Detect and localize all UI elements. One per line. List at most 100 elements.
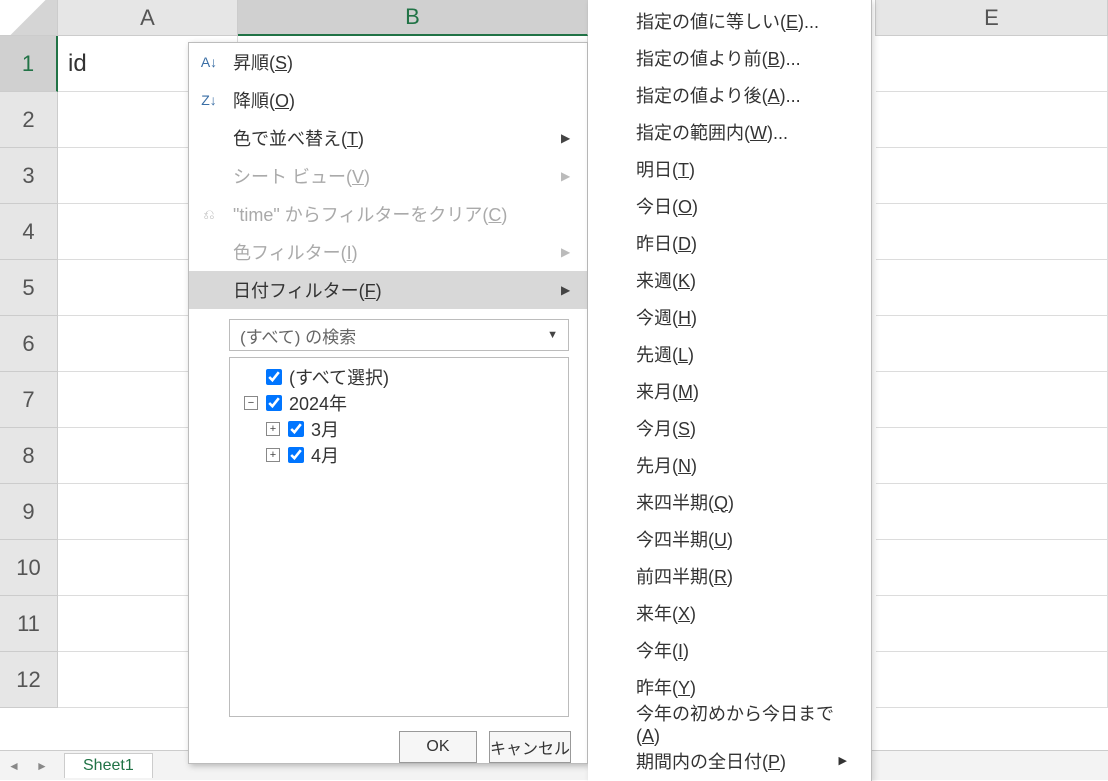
submenu-item-label: 来月(M) <box>636 378 699 404</box>
color-filter-label: 色フィルター(I) <box>233 239 547 265</box>
date-submenu-item[interactable]: 明日(T) <box>588 150 871 187</box>
row-header-9[interactable]: 9 <box>0 484 58 540</box>
tree-select-all[interactable]: (すべて選択) <box>238 364 560 390</box>
sort-descending[interactable]: Z↓ 降順(O) <box>189 81 587 119</box>
date-filter-submenu: 指定の値に等しい(E)... 指定の値より前(B)... 指定の値より後(A)...… <box>588 0 872 781</box>
sort-desc-icon: Z↓ <box>199 92 219 108</box>
submenu-item-label: 今週(H) <box>636 304 697 330</box>
month-checkbox[interactable] <box>288 421 304 437</box>
submenu-item-label: 今年の初めから今日まで(A) <box>636 700 847 747</box>
sheet-tab[interactable]: Sheet1 <box>64 753 153 778</box>
date-submenu-item[interactable]: 今四半期(U) <box>588 520 871 557</box>
row-header-5[interactable]: 5 <box>0 260 58 316</box>
date-submenu-item[interactable]: 先週(L) <box>588 335 871 372</box>
submenu-item-label: 指定の値より後(A)... <box>636 82 801 108</box>
tab-nav-next-icon[interactable]: ► <box>30 754 54 778</box>
filter-search-input[interactable]: (すべて) の検索 ▼ <box>229 319 569 351</box>
cell-E5[interactable] <box>876 260 1108 316</box>
color-filter: 色フィルター(I) ▶ <box>189 233 587 271</box>
clear-filter-label: "time" からフィルターをクリア(C) <box>233 201 571 227</box>
submenu-item-label: 今四半期(U) <box>636 526 733 552</box>
col-header-A[interactable]: A <box>58 0 238 36</box>
submenu-item-label: 今日(O) <box>636 193 698 219</box>
sort-asc-icon: A↓ <box>199 54 219 70</box>
month-label: 3月 <box>311 416 339 442</box>
date-submenu-item[interactable]: 今月(S) <box>588 409 871 446</box>
submenu-item-label: 指定の範囲内(W)... <box>636 119 788 145</box>
dropdown-icon[interactable]: ▼ <box>547 329 558 341</box>
submenu-item-label: 指定の値に等しい(E)... <box>636 8 819 34</box>
sort-by-color[interactable]: 色で並べ替え(T) ▶ <box>189 119 587 157</box>
tree-month-3[interactable]: + 3月 <box>238 416 560 442</box>
date-submenu-item[interactable]: 今年(I) <box>588 631 871 668</box>
date-submenu-item[interactable]: 期間内の全日付(P)▶ <box>588 742 871 779</box>
cell-E7[interactable] <box>876 372 1108 428</box>
expand-icon[interactable]: + <box>266 448 280 462</box>
month-checkbox[interactable] <box>288 447 304 463</box>
sort-ascending[interactable]: A↓ 昇順(S) <box>189 43 587 81</box>
select-all-checkbox[interactable] <box>266 369 282 385</box>
date-submenu-item[interactable]: 指定の値より前(B)... <box>588 39 871 76</box>
submenu-arrow-icon: ▶ <box>561 131 571 145</box>
date-submenu-item[interactable]: 今週(H) <box>588 298 871 335</box>
cell-E2[interactable] <box>876 92 1108 148</box>
row-header-6[interactable]: 6 <box>0 316 58 372</box>
cell-E11[interactable] <box>876 596 1108 652</box>
submenu-item-label: 前四半期(R) <box>636 563 733 589</box>
row-header-10[interactable]: 10 <box>0 540 58 596</box>
date-submenu-item[interactable]: 今年の初めから今日まで(A) <box>588 705 871 742</box>
row-header-8[interactable]: 8 <box>0 428 58 484</box>
date-submenu-item[interactable]: 今日(O) <box>588 187 871 224</box>
tree-month-4[interactable]: + 4月 <box>238 442 560 468</box>
date-submenu-item[interactable]: 昨日(D) <box>588 224 871 261</box>
row-header-1[interactable]: 1 <box>0 36 58 92</box>
cell-E10[interactable] <box>876 540 1108 596</box>
sort-desc-label: 降順(O) <box>233 87 571 113</box>
col-header-B[interactable]: B <box>238 0 588 36</box>
tree-year[interactable]: − 2024年 <box>238 390 560 416</box>
column-headers: A B E <box>0 0 1108 36</box>
cell-E1[interactable] <box>876 36 1108 92</box>
expand-icon[interactable]: + <box>266 422 280 436</box>
cancel-button[interactable]: キャンセル <box>489 731 571 763</box>
date-submenu-item[interactable]: 来週(K) <box>588 261 871 298</box>
submenu-arrow-icon: ▶ <box>561 245 571 259</box>
sheet-view-label: シート ビュー(V) <box>233 163 547 189</box>
cell-E4[interactable] <box>876 204 1108 260</box>
cell-E9[interactable] <box>876 484 1108 540</box>
col-header-E[interactable]: E <box>876 0 1108 36</box>
row-header-7[interactable]: 7 <box>0 372 58 428</box>
date-filter[interactable]: 日付フィルター(F) ▶ <box>189 271 587 309</box>
select-all-corner[interactable] <box>0 0 58 36</box>
cell-E12[interactable] <box>876 652 1108 708</box>
row-header-3[interactable]: 3 <box>0 148 58 204</box>
collapse-icon[interactable]: − <box>244 396 258 410</box>
date-submenu-item[interactable]: 指定の範囲内(W)... <box>588 113 871 150</box>
row-header-12[interactable]: 12 <box>0 652 58 708</box>
cell-E8[interactable] <box>876 428 1108 484</box>
submenu-arrow-icon: ▶ <box>561 169 571 183</box>
date-submenu-item[interactable]: 来月(M) <box>588 372 871 409</box>
sort-color-label: 色で並べ替え(T) <box>233 125 547 151</box>
submenu-item-label: 昨日(D) <box>636 230 697 256</box>
date-submenu-item[interactable]: 来年(X) <box>588 594 871 631</box>
cell-E3[interactable] <box>876 148 1108 204</box>
ok-button[interactable]: OK <box>399 731 477 763</box>
date-submenu-item[interactable]: 指定の値より後(A)... <box>588 76 871 113</box>
date-submenu-item[interactable]: 先月(N) <box>588 446 871 483</box>
cell-E6[interactable] <box>876 316 1108 372</box>
date-submenu-item[interactable]: 指定の値に等しい(E)... <box>588 2 871 39</box>
submenu-item-label: 今年(I) <box>636 637 689 663</box>
date-submenu-item[interactable]: 前四半期(R) <box>588 557 871 594</box>
submenu-item-label: 先月(N) <box>636 452 697 478</box>
year-checkbox[interactable] <box>266 395 282 411</box>
month-label: 4月 <box>311 442 339 468</box>
clear-filter-icon: ⎌ <box>199 206 219 223</box>
row-header-2[interactable]: 2 <box>0 92 58 148</box>
tab-nav-prev-icon[interactable]: ◄ <box>2 754 26 778</box>
submenu-item-label: 来週(K) <box>636 267 696 293</box>
row-header-4[interactable]: 4 <box>0 204 58 260</box>
row-header-11[interactable]: 11 <box>0 596 58 652</box>
date-submenu-item[interactable]: 来四半期(Q) <box>588 483 871 520</box>
filter-tree[interactable]: (すべて選択) − 2024年 + 3月 + 4月 <box>229 357 569 717</box>
